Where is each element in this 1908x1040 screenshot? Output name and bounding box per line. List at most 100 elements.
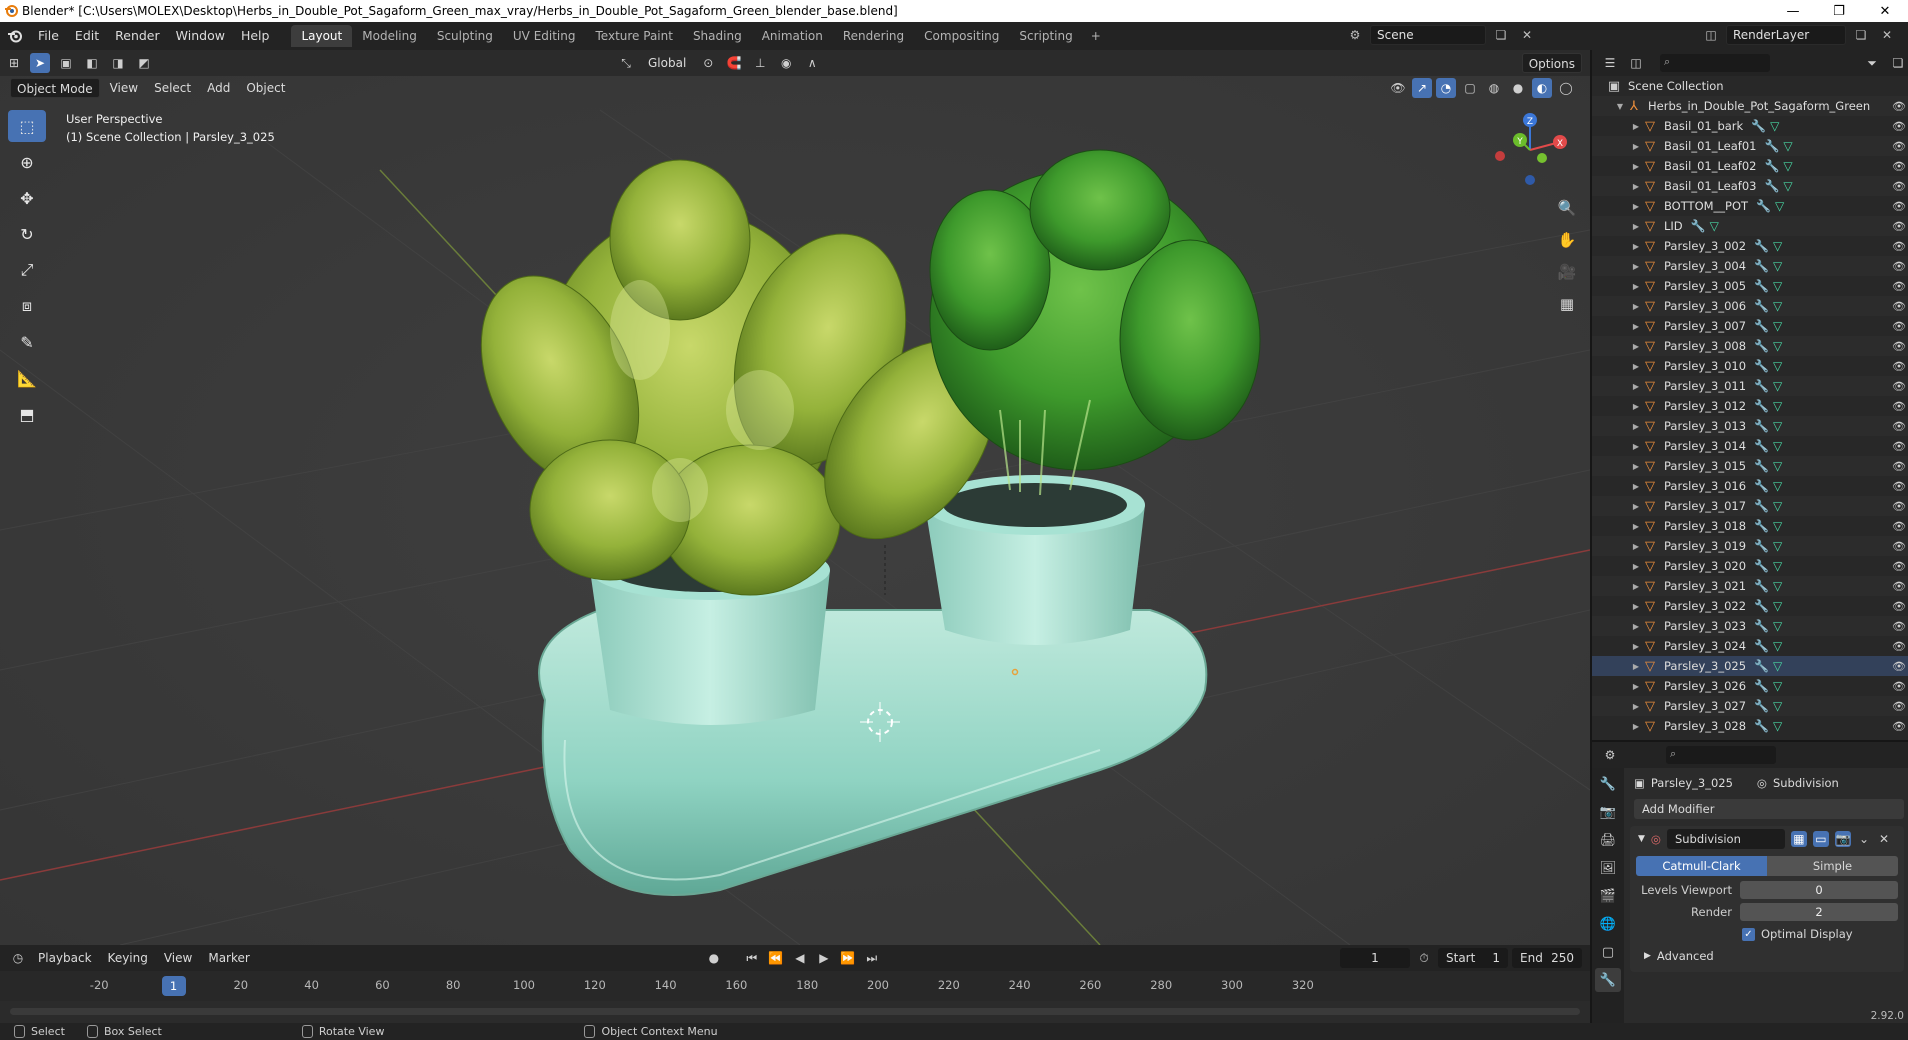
shading-material-icon[interactable]: ◐ [1532,78,1552,98]
jump-start-icon[interactable]: ⏮ [742,948,762,968]
maximize-button[interactable]: ❐ [1816,0,1862,22]
outliner-item[interactable]: ▶ ▽ Parsley_3_008 🔧 ▽ 👁 [1592,336,1908,356]
mesh-data-icon[interactable]: ▽ [1783,139,1792,153]
outliner-item[interactable]: ▶ ▽ Parsley_3_016 🔧 ▽ 👁 [1592,476,1908,496]
visibility-eye-icon[interactable]: 👁 [1892,260,1906,273]
tab-layout[interactable]: Layout [291,25,353,47]
mesh-data-icon[interactable]: ▽ [1773,639,1782,653]
camera-view-icon[interactable]: 🎥 [1554,259,1580,285]
visibility-eye-icon[interactable]: 👁 [1892,280,1906,293]
visibility-eye-icon[interactable]: 👁 [1892,500,1906,513]
rotate-tool-icon[interactable]: ↻ [8,218,46,250]
expand-arrow-icon[interactable]: ▶ [1630,542,1642,551]
mesh-data-icon[interactable]: ▽ [1773,359,1782,373]
render-levels-field[interactable]: 2 [1740,903,1898,921]
overlay-toggle-icon[interactable]: ◔ [1436,78,1456,98]
expand-arrow-icon[interactable]: ▶ [1630,502,1642,511]
pan-hand-icon[interactable]: ✋ [1554,227,1580,253]
modifier-wrench-icon[interactable]: 🔧 [1764,179,1779,193]
modifier-wrench-icon[interactable]: 🔧 [1691,219,1706,233]
display-mode-icon[interactable]: ◫ [1626,53,1646,73]
mesh-data-icon[interactable]: ▽ [1773,699,1782,713]
visibility-eye-icon[interactable]: 👁 [1892,180,1906,193]
play-icon[interactable]: ▶ [814,948,834,968]
outliner-scene-collection[interactable]: ▣ Scene Collection [1592,76,1908,96]
modifier-wrench-icon[interactable]: 🔧 [1764,159,1779,173]
select-mode-invert-icon[interactable]: ◩ [134,53,154,73]
select-box-tool-icon[interactable]: ⬚ [8,110,46,142]
expand-arrow-icon[interactable]: ▶ [1630,642,1642,651]
outliner-item[interactable]: ▶ ▽ BOTTOM__POT 🔧 ▽ 👁 [1592,196,1908,216]
end-frame-field[interactable]: End 250 [1512,948,1582,968]
visibility-eye-icon[interactable]: 👁 [1892,620,1906,633]
output-tab-icon[interactable]: 🖨 [1595,828,1621,852]
tab-texture-paint[interactable]: Texture Paint [586,25,683,47]
modifier-wrench-icon[interactable]: 🔧 [1754,719,1769,733]
outliner-item[interactable]: ▶ ▽ Parsley_3_004 🔧 ▽ 👁 [1592,256,1908,276]
mesh-data-icon[interactable]: ▽ [1773,439,1782,453]
outliner-item[interactable]: ▶ ▽ Parsley_3_013 🔧 ▽ 👁 [1592,416,1908,436]
modifier-wrench-icon[interactable]: 🔧 [1754,679,1769,693]
edit-mode-toggle-icon[interactable]: ▦ [1790,831,1807,847]
visibility-eye-icon[interactable]: 👁 [1892,160,1906,173]
options-dropdown[interactable]: Options [1521,53,1582,73]
expand-arrow-icon[interactable]: ▶ [1630,382,1642,391]
modifier-wrench-icon[interactable]: 🔧 [1764,139,1779,153]
modifier-wrench-icon[interactable]: 🔧 [1754,479,1769,493]
shading-rendered-icon[interactable]: ◯ [1556,78,1576,98]
prev-keyframe-icon[interactable]: ⏪ [766,948,786,968]
modifier-wrench-icon[interactable]: 🔧 [1756,199,1771,213]
new-scene-icon[interactable]: ❏ [1490,25,1512,45]
expand-arrow-icon[interactable]: ▶ [1630,402,1642,411]
outliner-item[interactable]: ▶ ▽ Parsley_3_005 🔧 ▽ 👁 [1592,276,1908,296]
modifier-wrench-icon[interactable]: 🔧 [1754,279,1769,293]
expand-arrow-icon[interactable]: ▶ [1630,702,1642,711]
start-frame-field[interactable]: Start 1 [1438,948,1508,968]
orientation-icon[interactable]: ⤡ [616,53,636,73]
expand-arrow-icon[interactable]: ▶ [1630,582,1642,591]
object-tab-icon[interactable]: ▢ [1595,940,1621,964]
visibility-eye-icon[interactable]: 👁 [1892,700,1906,713]
outliner-item[interactable]: ▶ ▽ Parsley_3_015 🔧 ▽ 👁 [1592,456,1908,476]
scale-tool-icon[interactable]: ⤢ [8,254,46,286]
visibility-eye-icon[interactable]: 👁 [1892,660,1906,673]
mesh-data-icon[interactable]: ▽ [1773,339,1782,353]
3d-viewport[interactable]: ⊞ ➤ ▣ ◧ ◨ ◩ ⤡ Global ⊙ 🧲 ⊥ ◉ ∧ Options O… [0,50,1590,945]
move-tool-icon[interactable]: ✥ [8,182,46,214]
play-reverse-icon[interactable]: ◀ [790,948,810,968]
visibility-eye-icon[interactable]: 👁 [1892,720,1906,733]
expand-arrow-icon[interactable]: ▶ [1630,522,1642,531]
timeline-menu-marker[interactable]: Marker [202,948,255,968]
optimal-display-checkbox[interactable]: ✓ [1742,927,1755,941]
visibility-eye-icon[interactable]: 👁 [1892,140,1906,153]
visibility-eye-icon[interactable]: 👁 [1892,540,1906,553]
modifier-wrench-icon[interactable]: 🔧 [1754,399,1769,413]
add-workspace-button[interactable]: + [1083,25,1109,47]
outliner-item[interactable]: ▶ ▽ Parsley_3_010 🔧 ▽ 👁 [1592,356,1908,376]
outliner-item[interactable]: ▶ ▽ Parsley_3_020 🔧 ▽ 👁 [1592,556,1908,576]
remove-modifier-icon[interactable]: ✕ [1877,829,1891,849]
tab-compositing[interactable]: Compositing [914,25,1009,47]
expand-arrow-icon[interactable]: ▶ [1630,462,1642,471]
outliner-item[interactable]: ▶ ▽ Parsley_3_017 🔧 ▽ 👁 [1592,496,1908,516]
render-toggle-icon[interactable]: 📷 [1834,831,1851,847]
modifier-wrench-icon[interactable]: 🔧 [1754,419,1769,433]
visibility-eye-icon[interactable]: 👁 [1892,380,1906,393]
minimize-button[interactable]: — [1770,0,1816,22]
outliner-item[interactable]: ▶ ▽ Parsley_3_006 🔧 ▽ 👁 [1592,296,1908,316]
proportional-edit-icon[interactable]: ◉ [776,53,796,73]
mesh-data-icon[interactable]: ▽ [1773,299,1782,313]
modifier-wrench-icon[interactable]: 🔧 [1754,299,1769,313]
expand-arrow-icon[interactable]: ▶ [1630,562,1642,571]
visibility-eye-icon[interactable]: 👁 [1892,320,1906,333]
visibility-eye-icon[interactable]: 👁 [1892,200,1906,213]
outliner-item[interactable]: ▶ ▽ LID 🔧 ▽ 👁 [1592,216,1908,236]
scene-icon[interactable]: ⚙ [1344,25,1366,45]
select-tool-icon[interactable]: ➤ [30,53,50,73]
visibility-eye-icon[interactable]: 👁 [1892,300,1906,313]
timeline-scrollbar[interactable] [10,1008,1580,1015]
modifier-wrench-icon[interactable]: 🔧 [1754,619,1769,633]
expand-arrow-icon[interactable]: ▶ [1630,282,1642,291]
viewport-toggle-icon[interactable]: ▭ [1812,831,1829,847]
editor-type-icon[interactable]: ⊞ [4,53,24,73]
